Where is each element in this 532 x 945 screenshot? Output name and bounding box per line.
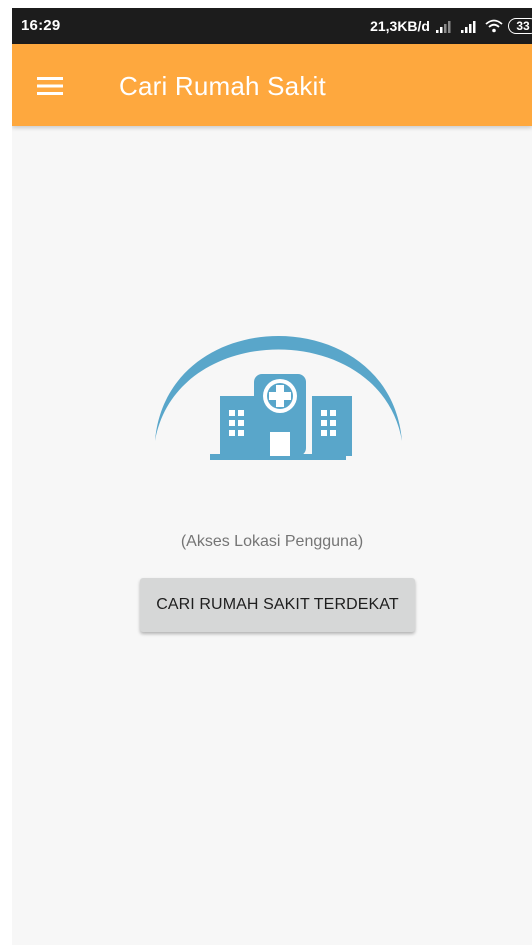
signal-icon [461,21,476,33]
network-speed: 21,3KB/d [370,18,430,34]
status-indicators: 21,3KB/d 33 [370,16,532,36]
status-time: 16:29 [21,17,61,34]
hospital-icon [155,336,402,460]
find-nearest-hospital-button[interactable]: CARI RUMAH SAKIT TERDEKAT [140,578,415,632]
menu-icon [37,77,63,95]
app-title: Cari Rumah Sakit [119,71,326,101]
location-status-text: (Akses Lokasi Pengguna) [180,533,364,550]
menu-button[interactable] [30,66,70,106]
app-screen: 16:29 21,3KB/d 33 Cari Rumah Sakit (Akse… [12,8,532,945]
status-bar: 16:29 21,3KB/d 33 [12,8,532,44]
signal-icon [436,21,451,33]
battery-icon: 33 [508,18,532,34]
wifi-icon [485,19,503,33]
hospital-illustration [152,304,404,468]
app-bar: Cari Rumah Sakit [12,44,532,126]
